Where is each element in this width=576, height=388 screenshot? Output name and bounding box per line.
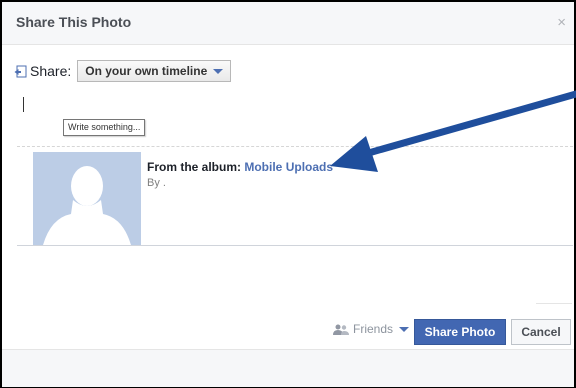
share-target-dropdown[interactable]: On your own timeline	[77, 60, 232, 82]
share-photo-button[interactable]: Share Photo	[414, 319, 506, 345]
close-icon[interactable]: ×	[557, 14, 566, 31]
dialog-footer	[2, 349, 574, 387]
share-target-row: Share: On your own timeline	[14, 60, 232, 82]
divider	[17, 146, 573, 147]
cancel-button[interactable]: Cancel	[511, 319, 571, 345]
composer-text-cursor[interactable]	[23, 97, 24, 112]
default-avatar-icon	[43, 166, 131, 245]
audience-selector[interactable]: Friends	[333, 322, 410, 336]
byline: By .	[147, 177, 166, 189]
photo-thumbnail[interactable]	[33, 152, 141, 245]
chevron-down-icon	[399, 326, 410, 332]
divider	[17, 245, 573, 246]
friends-icon	[333, 324, 349, 335]
share-label: Share:	[30, 63, 72, 79]
dialog-title: Share This Photo	[16, 14, 132, 30]
dialog-header: Share This Photo ×	[2, 2, 574, 45]
share-target-value: On your own timeline	[85, 64, 208, 78]
audience-label: Friends	[353, 322, 394, 336]
album-prefix: From the album:	[147, 160, 242, 174]
share-photo-dialog: Share This Photo × Share: On your own ti…	[0, 0, 576, 388]
album-link[interactable]: Mobile Uploads	[244, 160, 333, 174]
album-line: From the album: Mobile Uploads	[147, 160, 333, 174]
divider	[536, 303, 572, 304]
share-icon	[14, 65, 27, 78]
composer-tooltip: Write something...	[63, 119, 146, 136]
chevron-down-icon	[213, 68, 224, 74]
